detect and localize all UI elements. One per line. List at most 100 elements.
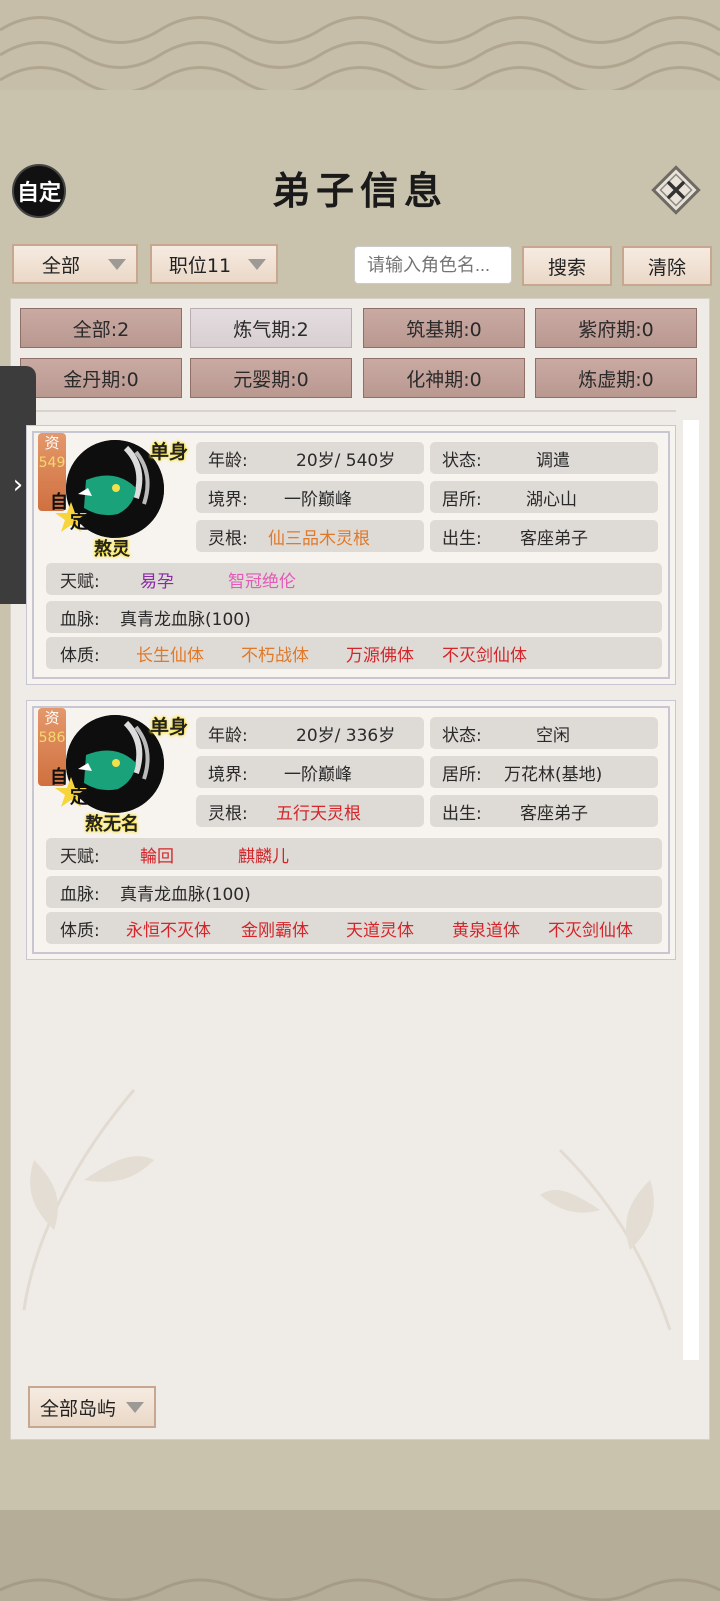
talent-field: 天赋: 輪回 麒麟儿: [46, 838, 662, 870]
physique-label: 体质:: [60, 920, 100, 941]
divider: [36, 410, 676, 412]
birth-value: 客座弟子: [520, 803, 588, 824]
status-field: 状态: 调遣: [430, 442, 658, 474]
root-field: 灵根: 五行天灵根: [196, 795, 424, 827]
root-value: 仙三品木灵根: [268, 528, 370, 549]
status-label: 状态:: [442, 450, 482, 471]
status-label: 状态:: [442, 725, 482, 746]
residence-field: 居所: 湖心山: [430, 481, 658, 513]
stage-filter-void[interactable]: 炼虚期:0: [535, 358, 697, 398]
physique-value: 金刚霸体: [241, 920, 309, 941]
birth-value: 客座弟子: [520, 528, 588, 549]
page-title: 弟子信息: [271, 168, 448, 213]
fixed-mark: 定: [70, 512, 88, 533]
residence-label: 居所:: [442, 489, 482, 510]
talent-label: 天赋:: [60, 571, 100, 592]
root-label: 灵根:: [208, 528, 248, 549]
stage-filter-nascent[interactable]: 元婴期:0: [190, 358, 352, 398]
stage-filter-qi[interactable]: 炼气期:2: [190, 308, 352, 348]
search-input[interactable]: [354, 246, 512, 284]
physique-value: 不灭剑仙体: [548, 920, 633, 941]
physique-value: 万源佛体: [346, 645, 414, 666]
bloodline-value: 真青龙血脉(100): [120, 609, 251, 630]
physique-value: 不朽战体: [241, 645, 309, 666]
physique-label: 体质:: [60, 645, 100, 666]
realm-label: 境界:: [208, 489, 248, 510]
age-field: 年龄: 20岁/ 540岁: [196, 442, 424, 474]
category-dropdown[interactable]: 全部: [12, 244, 138, 284]
bamboo-leaf-decoration: [22, 1089, 154, 1311]
residence-value: 万花林(基地): [504, 764, 603, 785]
physique-value: 黄泉道体: [452, 920, 520, 941]
dropdown-arrow-icon: [126, 1401, 144, 1413]
bloodline-field: 血脉: 真青龙血脉(100): [46, 876, 662, 908]
dropdown-arrow-icon: [108, 258, 126, 270]
physique-field: 体质: 永恒不灭体 金刚霸体 天道灵体 黄泉道体 不灭剑仙体: [46, 912, 662, 944]
root-label: 灵根:: [208, 803, 248, 824]
close-icon: [651, 165, 701, 215]
realm-label: 境界:: [208, 764, 248, 785]
aptitude-value: 549: [38, 455, 66, 471]
search-button[interactable]: 搜索: [522, 246, 612, 286]
age-value: 20岁/ 540岁: [296, 450, 396, 471]
talent-value: 智冠绝伦: [228, 571, 296, 592]
age-field: 年龄: 20岁/ 336岁: [196, 717, 424, 749]
talent-value: 輪回: [140, 846, 174, 867]
aptitude-label: 资: [44, 434, 60, 452]
clear-button[interactable]: 清除: [622, 246, 712, 286]
marital-status: 单身: [150, 441, 189, 463]
bloodline-label: 血脉:: [60, 884, 100, 905]
root-value: 五行天灵根: [276, 803, 361, 824]
birth-label: 出生:: [442, 803, 482, 824]
talent-label: 天赋:: [60, 846, 100, 867]
close-button[interactable]: [650, 164, 702, 216]
dropdown-arrow-icon: [248, 258, 266, 270]
talent-field: 天赋: 易孕 智冠绝伦: [46, 563, 662, 595]
island-dropdown[interactable]: 全部岛屿: [28, 1386, 156, 1428]
aptitude-value: 586: [38, 730, 66, 746]
physique-field: 体质: 长生仙体 不朽战体 万源佛体 不灭剑仙体: [46, 637, 662, 669]
status-value: 空闲: [536, 725, 570, 746]
residence-value: 湖心山: [526, 489, 577, 510]
realm-field: 境界: 一阶巅峰: [196, 481, 424, 513]
talent-value: 麒麟儿: [238, 846, 289, 867]
position-dropdown[interactable]: 职位11: [150, 244, 278, 284]
birth-field: 出生: 客座弟子: [430, 795, 658, 827]
stage-filter-golden[interactable]: 金丹期:0: [20, 358, 182, 398]
disciple-name: 熬无名: [85, 814, 139, 835]
physique-value: 天道灵体: [346, 920, 414, 941]
chevron-right-icon: ›: [12, 470, 24, 500]
realm-field: 境界: 一阶巅峰: [196, 756, 424, 788]
stage-filter-all[interactable]: 全部:2: [20, 308, 182, 348]
realm-value: 一阶巅峰: [284, 764, 352, 785]
header-wave-decoration: [0, 0, 720, 100]
bloodline-label: 血脉:: [60, 609, 100, 630]
stage-filter-purple[interactable]: 紫府期:0: [535, 308, 697, 348]
talent-value: 易孕: [140, 571, 174, 592]
realm-value: 一阶巅峰: [284, 489, 352, 510]
scrollbar[interactable]: [683, 420, 699, 1360]
status-value: 调遣: [536, 450, 570, 471]
position-dropdown-label: 职位11: [168, 254, 232, 277]
bloodline-value: 真青龙血脉(100): [120, 884, 251, 905]
stage-filter-foundation[interactable]: 筑基期:0: [363, 308, 525, 348]
footer-wave-decoration: [0, 1560, 720, 1601]
physique-value: 不灭剑仙体: [442, 645, 527, 666]
category-dropdown-label: 全部: [41, 254, 80, 277]
custom-button[interactable]: 自定: [12, 164, 66, 218]
aptitude-label: 资: [44, 709, 60, 727]
status-field: 状态: 空闲: [430, 717, 658, 749]
island-dropdown-label: 全部岛屿: [39, 1397, 116, 1420]
residence-label: 居所:: [442, 764, 482, 785]
age-value: 20岁/ 336岁: [296, 725, 396, 746]
age-label: 年龄:: [208, 450, 248, 471]
fixed-mark: 定: [70, 787, 88, 808]
birth-field: 出生: 客座弟子: [430, 520, 658, 552]
birth-label: 出生:: [442, 528, 482, 549]
root-field: 灵根: 仙三品木灵根: [196, 520, 424, 552]
marital-status: 单身: [150, 716, 189, 738]
stage-filter-spirit[interactable]: 化神期:0: [363, 358, 525, 398]
physique-value: 长生仙体: [136, 645, 204, 666]
age-label: 年龄:: [208, 725, 248, 746]
bloodline-field: 血脉: 真青龙血脉(100): [46, 601, 662, 633]
